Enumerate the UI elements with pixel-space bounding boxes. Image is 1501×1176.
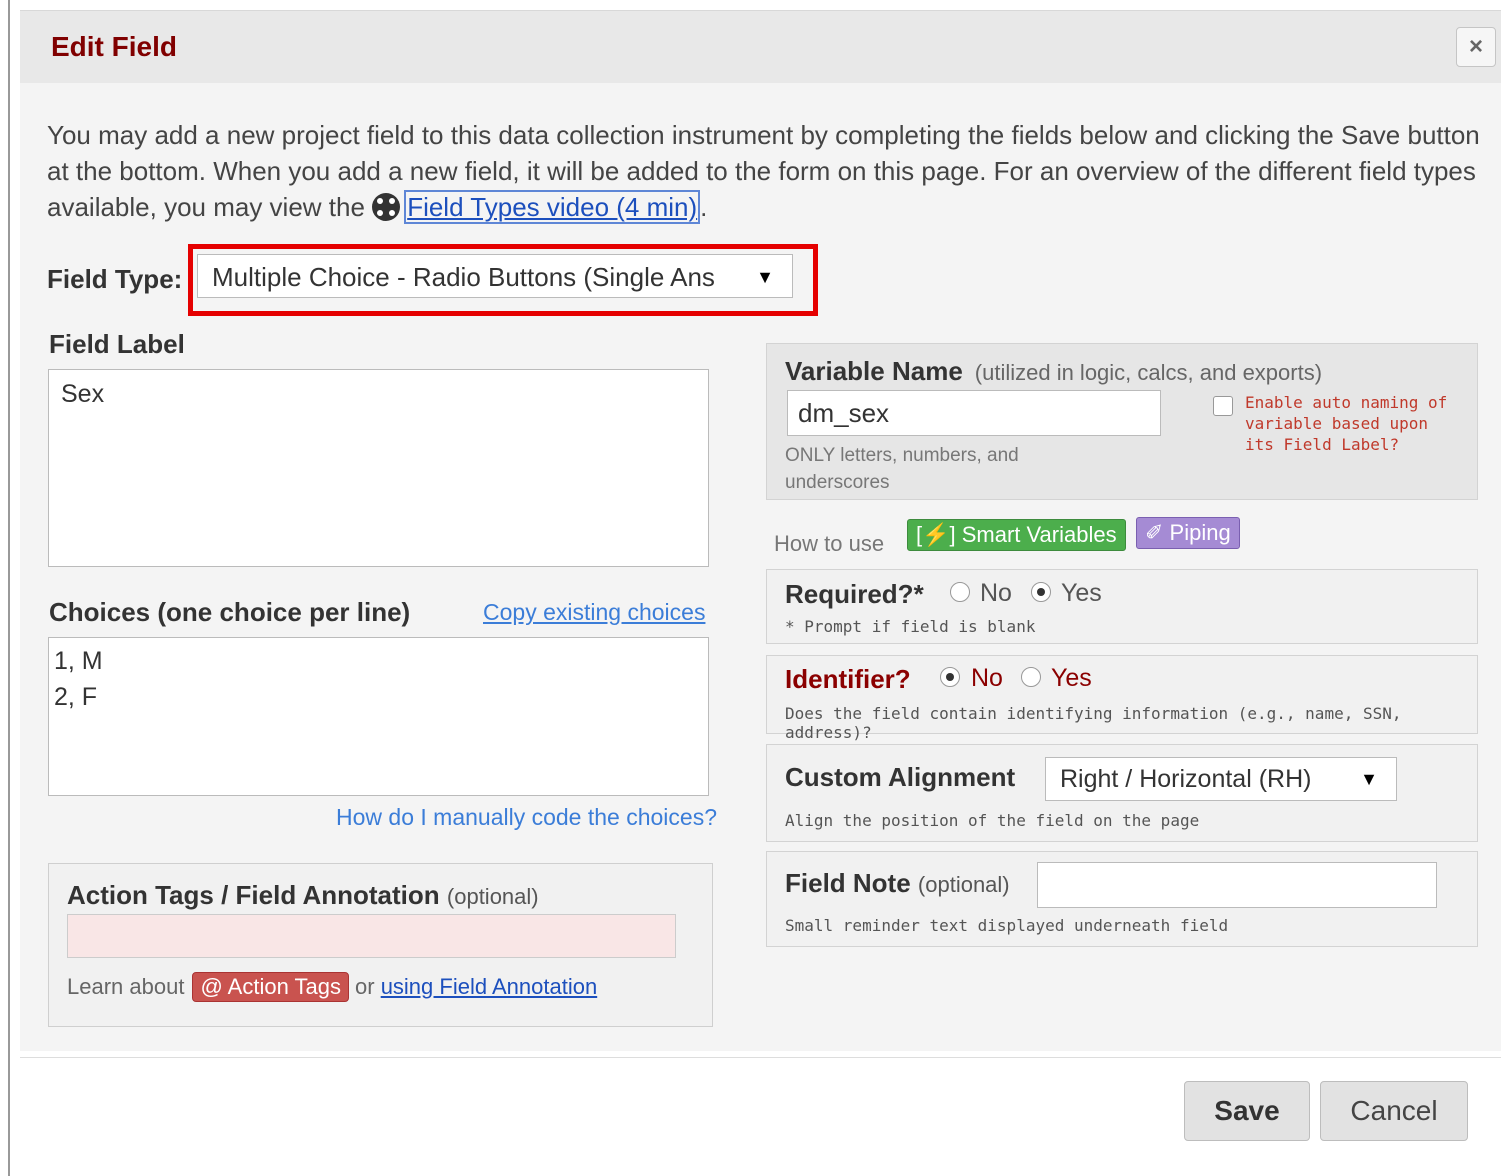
- field-label-heading: Field Label: [49, 329, 185, 359]
- close-icon[interactable]: ×: [1456, 27, 1496, 67]
- required-no-label: No: [980, 579, 1012, 607]
- required-note: * Prompt if field is blank: [785, 617, 1036, 636]
- intro-trailing: .: [700, 192, 708, 222]
- annotation-panel: Action Tags / Field Annotation (optional…: [48, 863, 713, 1027]
- field-types-video-link[interactable]: Field Types video (4 min): [404, 190, 701, 224]
- dropdown-arrow-icon: ▼: [1360, 769, 1378, 789]
- choices-heading: Choices (one choice per line): [49, 597, 411, 627]
- dropdown-arrow-icon: ▼: [756, 267, 774, 287]
- field-annotation-link[interactable]: using Field Annotation: [381, 974, 598, 999]
- identifier-yes-radio[interactable]: [1021, 667, 1041, 687]
- choices-textarea[interactable]: 1, M 2, F: [48, 637, 709, 796]
- identifier-panel: Identifier? No Yes Does the field contai…: [766, 655, 1478, 742]
- intro-body: You may add a new project field to this …: [47, 120, 1480, 222]
- field-note-optional: (optional): [917, 872, 1010, 897]
- page-edge: [8, 0, 10, 1176]
- annotation-title-text: Action Tags / Field Annotation: [67, 880, 440, 910]
- field-note-help: Small reminder text displayed underneath…: [785, 916, 1229, 935]
- required-no-radio[interactable]: [950, 582, 970, 602]
- cancel-button[interactable]: Cancel: [1320, 1081, 1468, 1141]
- variable-name-panel: Variable Name (utilized in logic, calcs, …: [766, 343, 1478, 500]
- identifier-no-label: No: [971, 664, 1003, 692]
- film-reel-icon: [372, 193, 401, 221]
- variable-name-help: ONLY letters, numbers, and underscores: [785, 445, 1019, 493]
- field-note-label: Field Note: [785, 868, 911, 898]
- dialog-title: Edit Field: [51, 31, 177, 62]
- save-button[interactable]: Save: [1184, 1081, 1310, 1141]
- alignment-panel: Custom Alignment Right / Horizontal (RH)…: [766, 744, 1478, 842]
- variable-name-label: Variable Name: [785, 356, 963, 386]
- learn-or: or: [355, 974, 375, 999]
- annotation-input[interactable]: [67, 914, 676, 958]
- required-yes-label: Yes: [1061, 579, 1102, 607]
- howto-label: How to use: [774, 531, 885, 556]
- alignment-value: Right / Horizontal (RH): [1060, 765, 1312, 793]
- required-panel: Required?* No Yes * Prompt if field is b…: [766, 569, 1478, 644]
- dialog-titlebar: Edit Field ×: [20, 10, 1501, 84]
- manual-code-help-link[interactable]: How do I manually code the choices?: [336, 804, 717, 831]
- dialog-content: You may add a new project field to this …: [20, 83, 1501, 1051]
- identifier-no-radio[interactable]: [940, 667, 960, 687]
- field-note-panel: Field Note (optional) Small reminder tex…: [766, 851, 1478, 947]
- annotation-learn: Learn about @ Action Tags or using Field A…: [67, 972, 597, 1002]
- field-label-textarea[interactable]: Sex: [48, 369, 709, 567]
- field-note-input[interactable]: [1037, 862, 1437, 908]
- alignment-note: Align the position of the field on the p…: [785, 811, 1200, 830]
- variable-name-hint: (utilized in logic, calcs, and exports): [974, 360, 1323, 385]
- required-yes-radio[interactable]: [1031, 582, 1051, 602]
- learn-prefix: Learn about: [67, 974, 185, 999]
- field-type-label: Field Type:: [47, 264, 183, 294]
- action-tags-button[interactable]: @ Action Tags: [192, 972, 349, 1002]
- annotation-title: Action Tags / Field Annotation (optional…: [67, 880, 539, 911]
- edit-field-dialog: Edit Field × You may add a new project f…: [20, 10, 1501, 1176]
- piping-button[interactable]: ✐ Piping: [1136, 517, 1240, 549]
- field-type-value: Multiple Choice - Radio Buttons (Single …: [212, 262, 715, 292]
- identifier-title: Identifier?: [785, 664, 911, 694]
- field-note-title: Field Note (optional): [785, 868, 1010, 899]
- variable-name-input[interactable]: dm_sex: [787, 390, 1161, 436]
- variable-name-title: Variable Name (utilized in logic, calcs, …: [785, 356, 1322, 387]
- alignment-select[interactable]: Right / Horizontal (RH) ▼: [1045, 757, 1397, 801]
- identifier-note: Does the field contain identifying infor…: [785, 704, 1402, 742]
- auto-naming-checkbox[interactable]: [1213, 396, 1233, 416]
- field-type-select[interactable]: Multiple Choice - Radio Buttons (Single …: [197, 254, 793, 298]
- footer-divider: [20, 1057, 1501, 1058]
- copy-existing-choices-link[interactable]: Copy existing choices: [483, 599, 705, 626]
- identifier-yes-label: Yes: [1051, 664, 1092, 692]
- smart-variables-button[interactable]: [⚡] Smart Variables: [907, 519, 1126, 551]
- required-title: Required?*: [785, 579, 924, 609]
- alignment-title: Custom Alignment: [785, 762, 1016, 792]
- annotation-optional: (optional): [446, 884, 539, 909]
- auto-naming-label: Enable auto naming of variable based upo…: [1245, 393, 1448, 454]
- intro-text: You may add a new project field to this …: [47, 117, 1487, 225]
